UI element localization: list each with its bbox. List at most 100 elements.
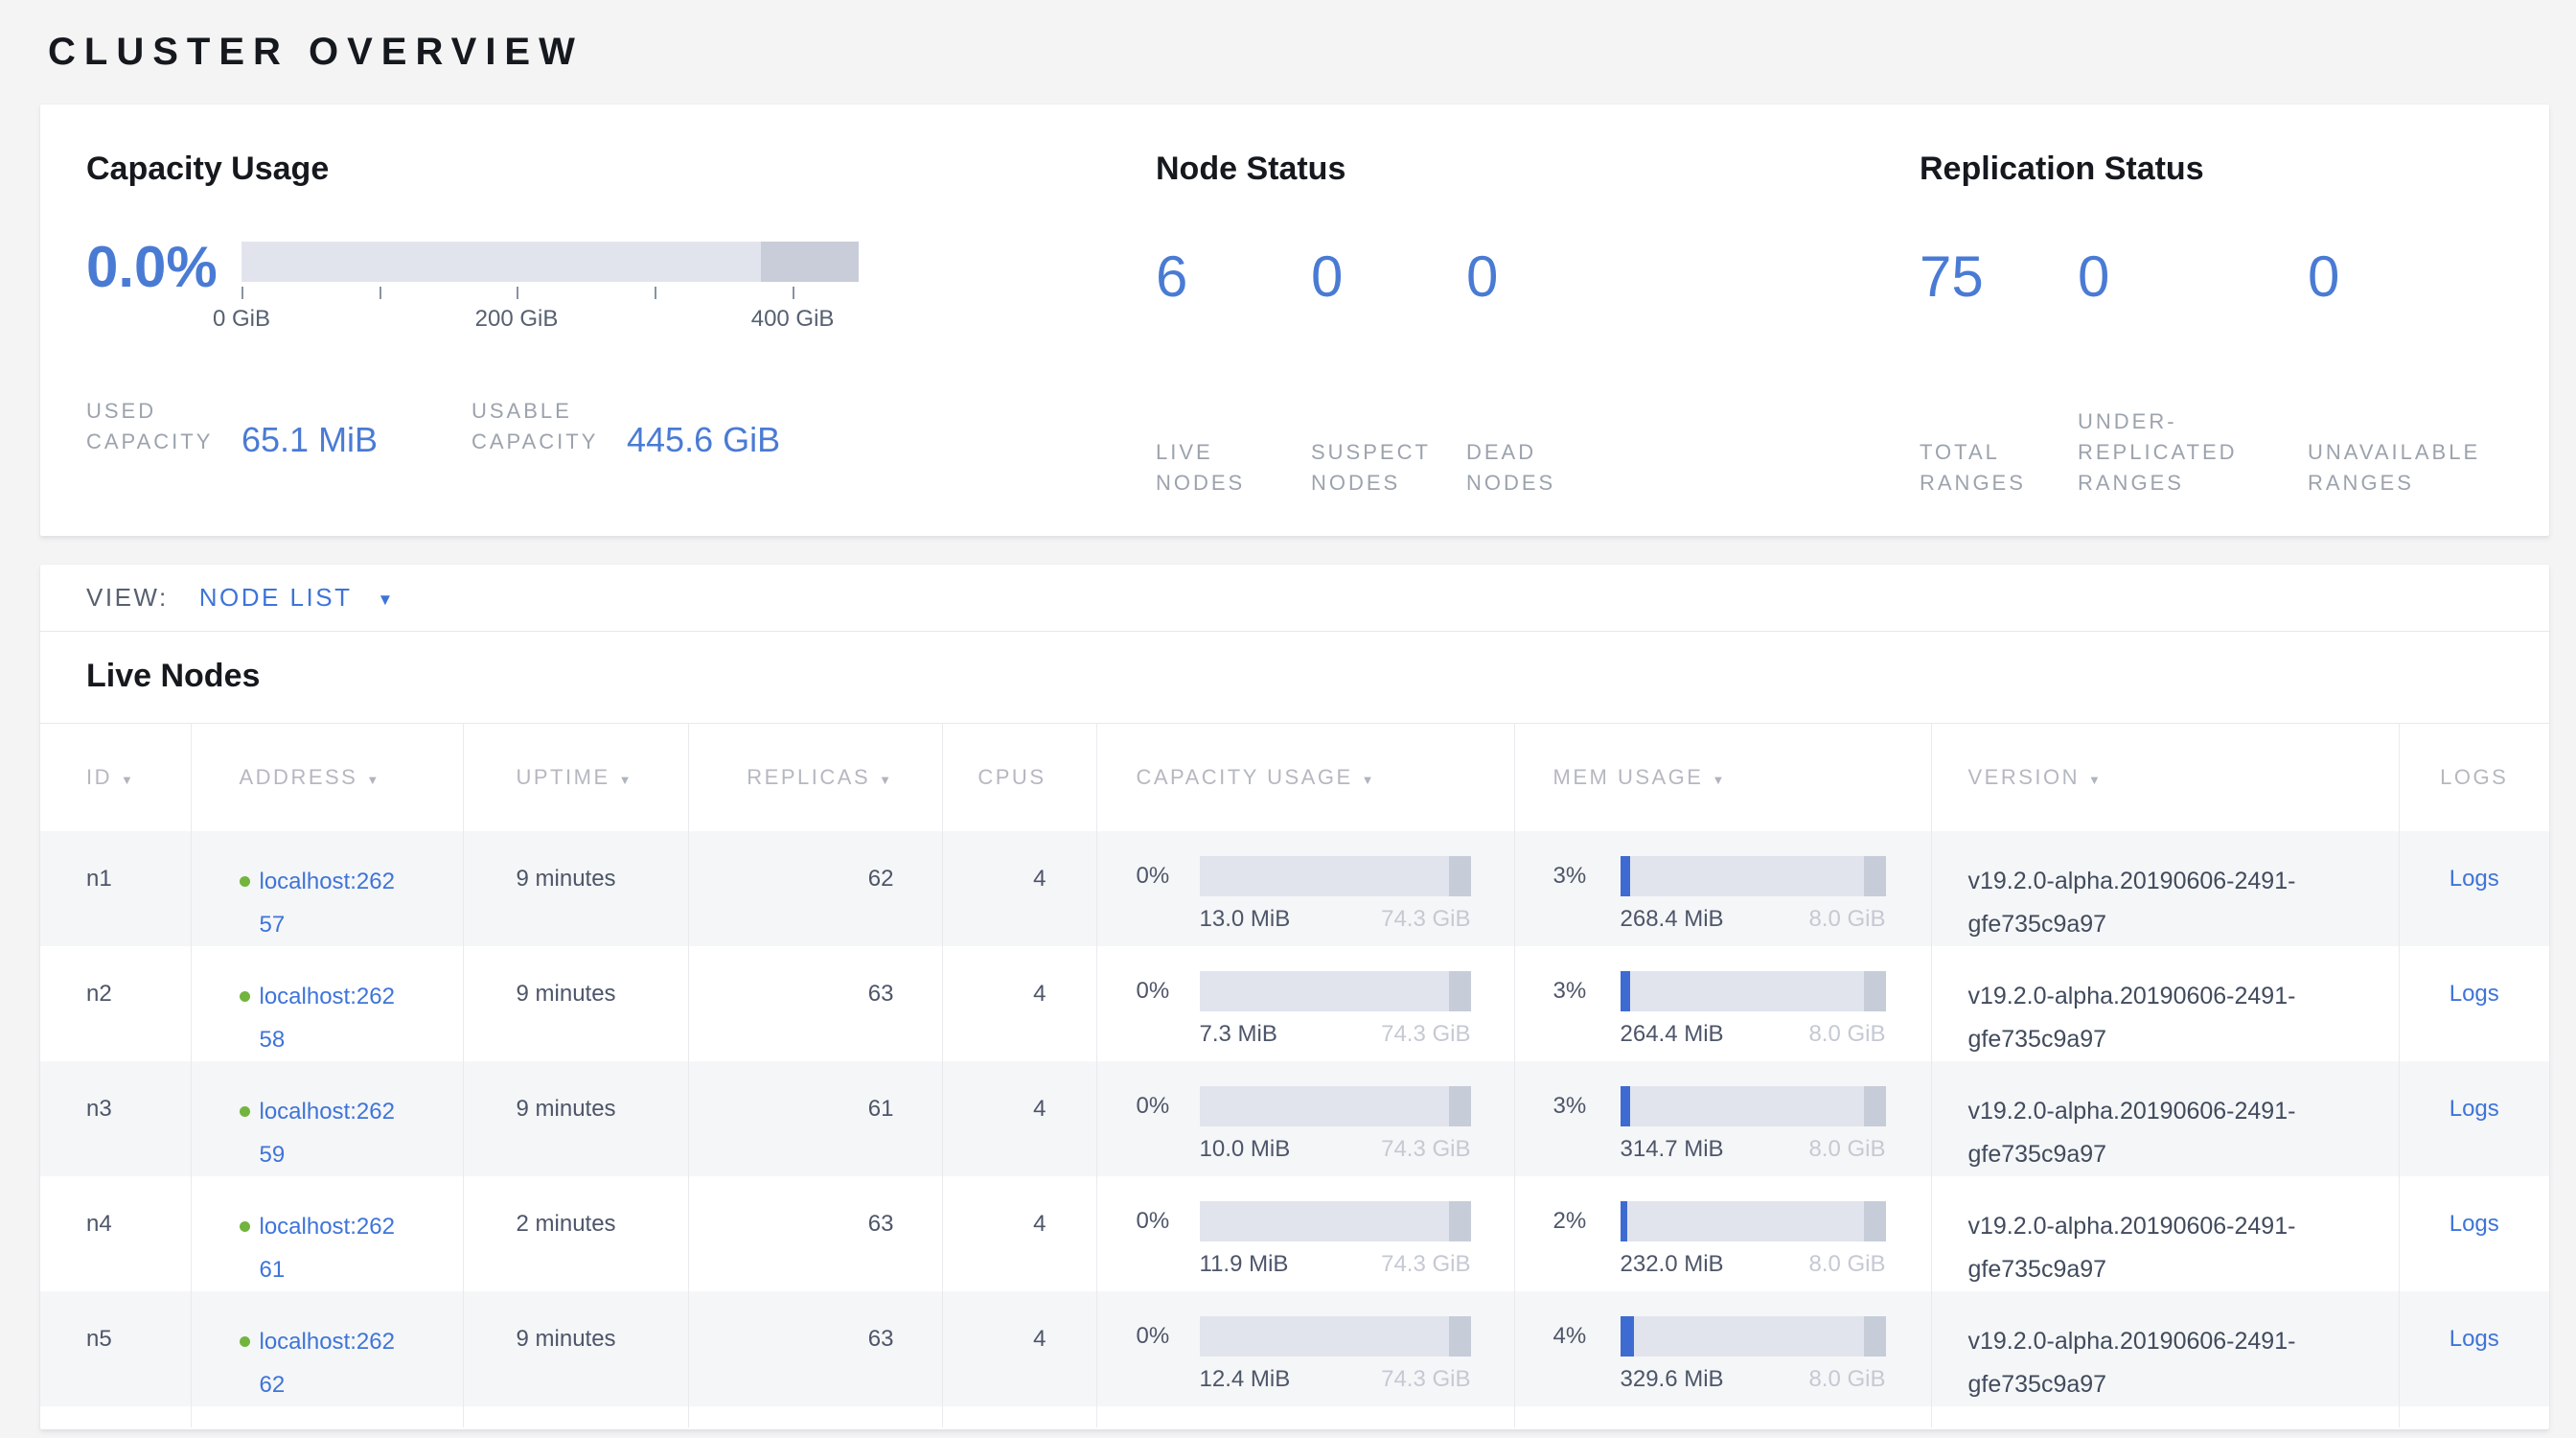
column-header-uptime[interactable]: UPTIME▼ (463, 724, 688, 831)
node-address-link[interactable]: localhost:26261 (260, 1205, 407, 1291)
mem-total: 8.0 GiB (1808, 1366, 1885, 1393)
capacity-total: 74.3 GiB (1381, 1021, 1470, 1048)
node-logs-cell: Logs (2399, 1176, 2549, 1291)
capacity-used: 7.3 MiB (1200, 1021, 1277, 1048)
mem-percent: 3% (1553, 1086, 1621, 1126)
capacity-used: 13.0 MiB (1200, 906, 1291, 933)
chevron-down-icon: ▼ (377, 587, 393, 610)
summary-card: Capacity Usage 0.0% (40, 104, 2549, 536)
node-uptime: 9 minutes (463, 1061, 688, 1176)
node-mem-usage: 4% 329.6 MiB8.0 GiB (1514, 1291, 1931, 1406)
usable-capacity-value: 445.6 GiB (627, 420, 780, 460)
sort-icon: ▼ (2088, 773, 2103, 787)
column-header-address[interactable]: ADDRESS▼ (191, 724, 463, 831)
node-logs-cell: Logs (2399, 1291, 2549, 1406)
unavailable-ranges-value: 0 (2308, 247, 2549, 307)
table-row: n5 localhost:26262 9 minutes 63 4 0% 12.… (40, 1291, 2549, 1406)
node-cpus: 4 (942, 1291, 1096, 1406)
capacity-total: 74.3 GiB (1381, 1136, 1470, 1163)
node-uptime: 2 minutes (463, 1176, 688, 1291)
node-replicas: 61 (688, 1061, 942, 1176)
table-row: n1 localhost:26257 9 minutes 62 4 0% 13.… (40, 831, 2549, 946)
capacity-total: 74.3 GiB (1381, 1251, 1470, 1278)
logs-link[interactable]: Logs (2450, 1096, 2499, 1122)
capacity-total: 74.3 GiB (1381, 1366, 1470, 1393)
dead-nodes-stat: 0 DEAD NODES (1466, 247, 1920, 504)
view-selector[interactable]: VIEW: NODE LIST ▼ (40, 565, 2549, 632)
view-selected-option[interactable]: NODE LIST (199, 583, 353, 613)
node-live-dot (240, 1106, 250, 1117)
node-live-dot (240, 876, 250, 887)
capacity-bar (1200, 1086, 1471, 1126)
unavailable-ranges-label: UNAVAILABLE RANGES (2308, 437, 2549, 504)
node-id: n3 (40, 1061, 191, 1176)
column-header-replicas[interactable]: REPLICAS▼ (688, 724, 942, 831)
sort-icon: ▼ (1362, 773, 1376, 787)
node-replicas: 63 (688, 1176, 942, 1291)
node-logs-cell: Logs (2399, 831, 2549, 946)
capacity-percent: 0% (1137, 856, 1200, 896)
logs-link[interactable]: Logs (2450, 981, 2499, 1007)
node-logs-cell: Logs (2399, 946, 2549, 1061)
node-uptime: 9 minutes (463, 946, 688, 1061)
live-nodes-value: 6 (1156, 247, 1311, 307)
node-logs-cell: Logs (2399, 1061, 2549, 1176)
logs-link[interactable]: Logs (2450, 866, 2499, 892)
capacity-usage-section: Capacity Usage 0.0% (86, 151, 1156, 536)
table-row-partial (40, 1406, 2549, 1427)
node-address-link[interactable]: localhost:26257 (260, 860, 407, 946)
node-version: v19.2.0-alpha.20190606-2491-gfe735c9a97 (1931, 1291, 2399, 1406)
node-version: v19.2.0-alpha.20190606-2491-gfe735c9a97 (1931, 1061, 2399, 1176)
column-header-id[interactable]: ID▼ (40, 724, 191, 831)
node-status-section: Node Status 6 LIVE NODES 0 SUSPECT NODES… (1156, 151, 1920, 536)
node-address-link[interactable]: localhost:26262 (260, 1320, 407, 1406)
unavailable-ranges-stat: 0 UNAVAILABLE RANGES (2308, 247, 2549, 504)
logs-link[interactable]: Logs (2450, 1326, 2499, 1352)
capacity-gauge-ticks (242, 287, 859, 304)
logs-link[interactable]: Logs (2450, 1211, 2499, 1237)
node-cpus: 4 (942, 946, 1096, 1061)
capacity-usage-heading: Capacity Usage (86, 151, 1156, 188)
node-mem-usage: 3% 314.7 MiB8.0 GiB (1514, 1061, 1931, 1176)
capacity-bar (1200, 1201, 1471, 1241)
capacity-gauge-bar (242, 242, 859, 282)
capacity-bar (1200, 971, 1471, 1011)
node-cpus: 4 (942, 831, 1096, 946)
table-row: n2 localhost:26258 9 minutes 63 4 0% 7.3… (40, 946, 2549, 1061)
mem-used: 329.6 MiB (1621, 1366, 1724, 1393)
sort-icon: ▼ (1712, 773, 1726, 787)
node-capacity-usage: 0% 12.4 MiB74.3 GiB (1096, 1291, 1514, 1406)
capacity-used: 10.0 MiB (1200, 1136, 1291, 1163)
capacity-total: 74.3 GiB (1381, 906, 1470, 933)
node-capacity-usage: 0% 11.9 MiB74.3 GiB (1096, 1176, 1514, 1291)
column-header-logs: LOGS (2399, 724, 2549, 831)
mem-percent: 3% (1553, 971, 1621, 1011)
node-address-link[interactable]: localhost:26258 (260, 975, 407, 1061)
column-header-capacity-usage[interactable]: CAPACITY USAGE▼ (1096, 724, 1514, 831)
suspect-nodes-stat: 0 SUSPECT NODES (1311, 247, 1466, 504)
capacity-used: 11.9 MiB (1200, 1251, 1289, 1278)
node-address-link[interactable]: localhost:26259 (260, 1090, 407, 1176)
live-nodes-heading: Live Nodes (40, 632, 2549, 723)
under-replicated-ranges-stat: 0 UNDER- REPLICATED RANGES (2078, 247, 2308, 504)
axis-label-200: 200 GiB (475, 306, 559, 333)
node-address-cell: localhost:26259 (191, 1061, 463, 1176)
mem-bar (1621, 1201, 1886, 1241)
suspect-nodes-label: SUSPECT NODES (1311, 437, 1466, 504)
total-ranges-value: 75 (1920, 247, 2078, 307)
node-mem-usage: 2% 232.0 MiB8.0 GiB (1514, 1176, 1931, 1291)
column-header-version[interactable]: VERSION▼ (1931, 724, 2399, 831)
mem-used: 268.4 MiB (1621, 906, 1724, 933)
mem-bar (1621, 1316, 1886, 1357)
node-address-cell: localhost:26262 (191, 1291, 463, 1406)
sort-icon: ▼ (121, 773, 135, 787)
sort-icon: ▼ (619, 773, 633, 787)
mem-total: 8.0 GiB (1808, 1021, 1885, 1048)
node-live-dot (240, 1221, 250, 1232)
under-replicated-ranges-label: UNDER- REPLICATED RANGES (2078, 406, 2308, 504)
column-header-mem-usage[interactable]: MEM USAGE▼ (1514, 724, 1931, 831)
node-uptime: 9 minutes (463, 1291, 688, 1406)
sort-icon: ▼ (366, 773, 380, 787)
mem-total: 8.0 GiB (1808, 1251, 1885, 1278)
node-live-dot (240, 1336, 250, 1347)
